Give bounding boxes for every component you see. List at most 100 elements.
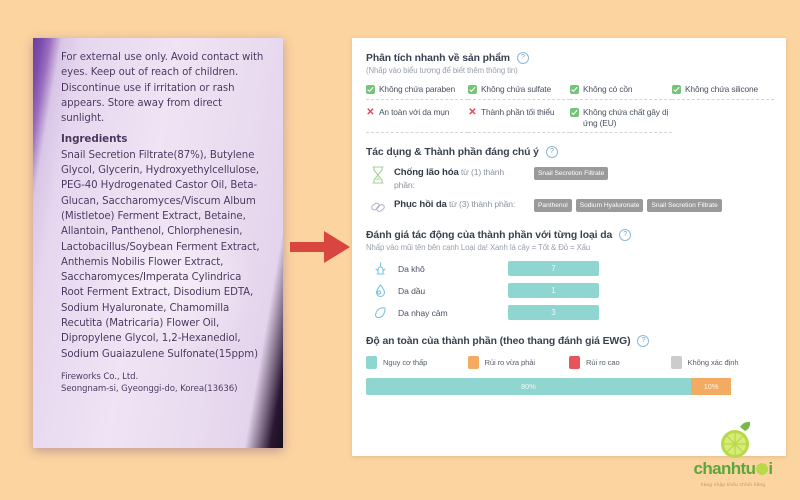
list-item[interactable]: Không chứa sulfate [468,84,570,100]
effect-name: Phục hồi da [394,199,447,210]
package-label-text: For external use only. Avoid contact wit… [61,50,266,396]
ewg-title: Độ an toàn của thành phần (theo thang đá… [366,335,631,347]
oily-skin-icon [375,284,386,298]
skin-type-score-bar: 7 [508,261,599,276]
chip-label: An toàn với da mụn [379,107,450,117]
list-item[interactable]: Không chứa silicone [672,84,774,100]
bandage-icon [371,202,385,212]
ingredient-tag[interactable]: Panthenol [534,199,572,212]
list-item: Chống lão hóa từ (1) thành phần: Snail S… [366,166,772,191]
lime-letter-icon [755,463,768,475]
effects-section: Tác dụng & Thành phần đáng chú ý ? Chống… [352,140,786,216]
help-circle-icon[interactable]: ? [516,52,529,64]
ewg-legend: Nguy cơ thấp Rủi ro vừa phải Rủi ro cao … [366,356,772,369]
check-square-icon [468,85,477,94]
hourglass-icon [372,166,384,184]
legend-swatch-medium-risk [467,356,479,369]
legend-entry: Nguy cơ thấp [366,356,468,369]
effects-list: Chống lão hóa từ (1) thành phần: Snail S… [366,166,772,216]
list-item[interactable]: ✕ An toàn với da mụn [366,107,468,133]
skin-impact-title: Đánh giá tác động của thành phần với từn… [366,229,613,241]
effect-description: Phục hồi da từ (3) thành phần: [394,198,526,211]
legend-swatch-low-risk [366,356,377,369]
legend-label: Rủi ro cao [586,358,620,367]
list-item[interactable]: Không chứa chất gây dị ứng (EU) [570,107,672,133]
help-circle-icon[interactable]: ? [637,335,650,347]
list-item[interactable]: Không chứa paraben [366,84,468,100]
chip-label: Không chứa paraben [379,84,456,94]
label-manufacturer: Fireworks Co., Ltd. [61,371,139,382]
effect-ingredient-tags: Snail Secretion Filtrate [534,166,609,180]
legend-swatch-unknown [670,356,682,369]
effect-ingredient-tags: Panthenol Sodium Hyaluronate Snail Secre… [534,198,722,212]
list-item[interactable]: Không có cồn [570,84,672,100]
check-square-icon [570,85,579,94]
ingredient-tag[interactable]: Snail Secretion Filtrate [647,199,722,212]
effect-name: Chống lão hóa [394,167,459,178]
lime-fruit-icon [721,421,751,458]
effect-count: từ (3) thành phần: [448,199,516,209]
brand-logo: chanhtu i hàng nhập khẩu chính hãng [674,420,792,492]
skin-type-score-bar: 3 [508,305,599,320]
quick-analysis-title: Phân tích nhanh về sản phẩm [366,52,510,64]
brand-name: chanhtu i [674,460,792,478]
quick-analysis-subtitle: (Nhấp vào biểu tượng để biết thêm thông … [366,66,518,75]
chip-label: Không chứa silicone [685,84,759,94]
sensitive-skin-icon [375,307,386,319]
brand-name-part2: i [768,459,773,478]
ingredient-tag[interactable]: Snail Secretion Filtrate [534,167,609,180]
product-package-photo: For external use only. Avoid contact wit… [33,38,283,448]
skin-type-label: Da dầu [398,285,426,296]
effect-description: Chống lão hóa từ (1) thành phần: [394,166,526,191]
skin-type-score-bar: 1 [508,283,599,298]
quick-analysis-section: Phân tích nhanh về sản phẩm ? (Nhấp vào … [352,38,786,140]
legend-label: Rủi ro vừa phải [484,358,536,367]
label-ingredients-body: Snail Secretion Filtrate(87%), Butylene … [61,149,260,360]
dry-skin-icon [375,262,386,275]
product-analysis-card: Phân tích nhanh về sản phẩm ? (Nhấp vào … [352,38,786,456]
table-row[interactable]: Da khô 7 [366,260,772,277]
table-row[interactable]: Da dầu 1 [366,282,772,299]
chip-label: Thành phần tối thiểu [481,107,555,117]
chip-label: Không chứa chất gây dị ứng (EU) [583,107,669,128]
check-square-icon [366,85,375,94]
ewg-safety-section: Độ an toàn của thành phần (theo thang đá… [352,326,786,395]
label-manufacturer-address: Seongnam-si, Gyeonggi-do, Korea(13636) [61,384,238,395]
brand-tagline: hàng nhập khẩu chính hãng [700,482,766,487]
list-item: Phục hồi da từ (3) thành phần: Panthenol… [366,198,772,216]
arrow-right-icon [290,231,350,263]
list-item[interactable]: ✕ Thành phần tối thiểu [468,107,570,133]
chip-label: Không chứa sulfate [481,84,551,94]
skin-type-label: Da nhạy cảm [398,307,448,318]
quick-analysis-title-row: Phân tích nhanh về sản phẩm ? [366,52,772,64]
label-warning-text: For external use only. Avoid contact wit… [61,52,264,125]
skin-type-list: Da khô 7 Da dầu 1 Da nhạy cảm 3 [366,260,772,321]
ingredient-tag[interactable]: Sodium Hyaluronate [575,199,644,212]
check-square-icon [570,108,579,117]
check-square-icon [672,85,681,94]
chip-label: Không có cồn [583,84,633,94]
effects-title-row: Tác dụng & Thành phần đáng chú ý ? [366,146,772,158]
quick-analysis-chip-list: Không chứa paraben Không chứa sulfate Kh… [366,84,774,140]
effects-title: Tác dụng & Thành phần đáng chú ý [366,146,539,158]
help-circle-icon[interactable]: ? [545,146,558,158]
skin-impact-title-row: Đánh giá tác động của thành phần với từn… [366,229,772,241]
legend-label: Không xác định [687,358,739,367]
cross-icon: ✕ [366,107,375,118]
legend-entry: Rủi ro vừa phải [467,356,570,369]
table-row[interactable]: Da nhạy cảm 3 [366,304,772,321]
skin-impact-section: Đánh giá tác động của thành phần với từn… [352,223,786,321]
legend-entry: Rủi ro cao [569,356,671,369]
legend-entry: Không xác định [670,356,773,369]
cross-icon: ✕ [468,107,477,118]
help-circle-icon[interactable]: ? [619,229,632,241]
ewg-title-row: Độ an toàn của thành phần (theo thang đá… [366,335,772,347]
label-ingredients-heading: Ingredients [61,133,128,146]
ewg-bar-segment-medium-risk: 10% [690,378,732,395]
ewg-stacked-bar-chart: 80% 10% [366,378,772,395]
skin-type-label: Da khô [398,263,425,274]
ewg-bar-segment-low-risk: 80% [366,378,691,395]
legend-label: Nguy cơ thấp [383,358,428,367]
skin-impact-subtitle: Nhấp vào mũi tên bên cạnh Loại da! Xanh … [366,243,591,252]
brand-name-part1: chanhtu [693,459,756,478]
